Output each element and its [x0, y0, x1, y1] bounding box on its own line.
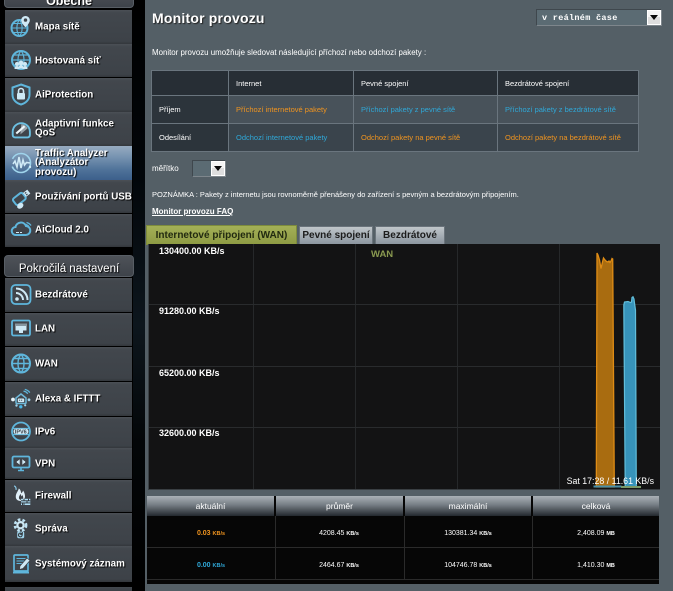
svg-text:IPV6: IPV6	[15, 430, 27, 436]
